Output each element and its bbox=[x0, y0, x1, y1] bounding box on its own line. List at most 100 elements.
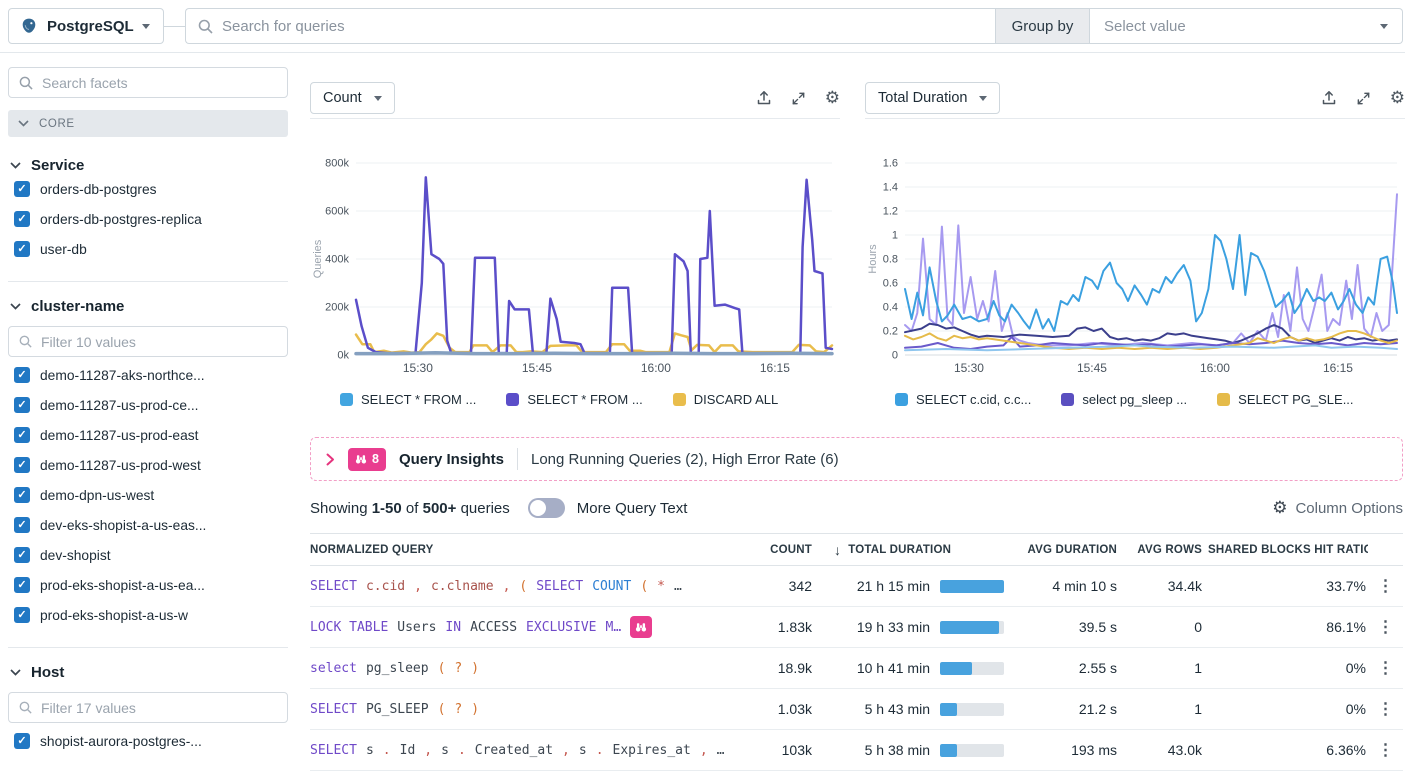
checkbox-checked[interactable] bbox=[14, 427, 30, 443]
col-count[interactable]: COUNT bbox=[740, 544, 818, 556]
col-avg-duration[interactable]: AVG DURATION bbox=[1008, 544, 1123, 556]
fullscreen-icon[interactable] bbox=[1356, 91, 1371, 106]
checkbox-checked[interactable] bbox=[14, 517, 30, 533]
facet-section-header[interactable]: Service bbox=[8, 157, 288, 174]
facet-section-header[interactable]: Host bbox=[8, 664, 288, 681]
export-icon[interactable] bbox=[756, 90, 772, 106]
avg-rows-cell: 34.4k bbox=[1123, 578, 1208, 594]
legend-label: SELECT * FROM ... bbox=[361, 392, 476, 407]
checkbox-checked[interactable] bbox=[14, 211, 30, 227]
facet-value-label: dev-eks-shopist-a-us-eas... bbox=[40, 518, 206, 533]
duration-chart-plot[interactable]: 1.61.41.210.80.60.40.2015:3015:4516:0016… bbox=[865, 127, 1405, 382]
facet-section-header[interactable]: cluster-name bbox=[8, 298, 288, 315]
facet-value-label: prod-eks-shopist-a-us-ea... bbox=[40, 578, 205, 593]
checkbox-checked[interactable] bbox=[14, 733, 30, 749]
hit-ratio-cell: 86.1% bbox=[1208, 619, 1368, 635]
core-group-header[interactable]: CORE bbox=[8, 110, 288, 137]
gear-icon[interactable]: ⚙ bbox=[825, 90, 840, 106]
legend-entry[interactable]: DISCARD ALL bbox=[673, 392, 779, 407]
query-text-segment: IN bbox=[445, 620, 461, 635]
total-duration-value: 5 h 43 min bbox=[865, 701, 930, 717]
checkbox-checked[interactable] bbox=[14, 577, 30, 593]
count-chart-card: Count ⚙ 800k600k400k200k0k15:3015:4516:0… bbox=[310, 78, 840, 407]
count-cell: 103k bbox=[740, 742, 818, 758]
chevron-right-icon[interactable] bbox=[326, 453, 335, 466]
checkbox-checked[interactable] bbox=[14, 181, 30, 197]
metric-select-duration[interactable]: Total Duration bbox=[865, 82, 1000, 114]
row-menu-kebab[interactable]: ⋮ bbox=[1368, 576, 1403, 596]
product-selector-label: PostgreSQL bbox=[47, 18, 134, 35]
checkbox-checked[interactable] bbox=[14, 397, 30, 413]
checkbox-checked[interactable] bbox=[14, 367, 30, 383]
checkbox-checked[interactable] bbox=[14, 457, 30, 473]
table-row[interactable]: LOCK TABLE Users IN ACCESS EXCLUSIVE M…1… bbox=[310, 607, 1403, 648]
query-text-segment: ) bbox=[471, 661, 479, 676]
legend-entry[interactable]: select pg_sleep ... bbox=[1061, 392, 1187, 407]
total-duration-cell: 5 h 38 min bbox=[818, 742, 1008, 758]
query-insights-banner[interactable]: 8 Query Insights Long Running Queries (2… bbox=[310, 437, 1403, 481]
facet-filter-input[interactable]: Filter 17 values bbox=[8, 692, 288, 723]
query-text-segment: SELECT bbox=[310, 579, 357, 594]
query-insight-badge[interactable] bbox=[630, 616, 652, 638]
legend-swatch bbox=[673, 393, 686, 406]
facet-filter-input[interactable]: Filter 10 values bbox=[8, 326, 288, 357]
legend-entry[interactable]: SELECT c.cid, c.c... bbox=[895, 392, 1031, 407]
query-text-segment: Id bbox=[400, 743, 416, 758]
column-options-button[interactable]: ⚙ Column Options bbox=[1272, 500, 1403, 517]
checkbox-checked[interactable] bbox=[14, 487, 30, 503]
row-menu-kebab[interactable]: ⋮ bbox=[1368, 740, 1403, 760]
normalized-query-cell[interactable]: SELECT PG_SLEEP ( ? ) bbox=[310, 702, 740, 717]
table-row[interactable]: SELECT s. Id, s. Created_at, s. Expires_… bbox=[310, 730, 1403, 771]
metric-select-label: Total Duration bbox=[878, 90, 967, 106]
table-row[interactable]: select pg_sleep ( ? )18.9k10 h 41 min2.5… bbox=[310, 648, 1403, 689]
legend-entry[interactable]: SELECT * FROM ... bbox=[340, 392, 476, 407]
count-chart-legend: SELECT * FROM ... SELECT * FROM ... DISCAR… bbox=[310, 392, 840, 407]
legend-label: select pg_sleep ... bbox=[1082, 392, 1187, 407]
normalized-query-cell[interactable]: select pg_sleep ( ? ) bbox=[310, 661, 740, 676]
col-total-duration[interactable]: ↓ TOTAL DURATION bbox=[818, 542, 1008, 558]
legend-label: DISCARD ALL bbox=[694, 392, 779, 407]
checkbox-checked[interactable] bbox=[14, 547, 30, 563]
legend-entry[interactable]: SELECT PG_SLE... bbox=[1217, 392, 1353, 407]
legend-swatch bbox=[895, 393, 908, 406]
group-by-select[interactable]: Select value bbox=[1090, 8, 1403, 44]
duration-bar bbox=[940, 580, 1004, 593]
checkbox-checked[interactable] bbox=[14, 607, 30, 623]
query-text-segment: ( bbox=[519, 579, 527, 594]
table-row[interactable]: SELECT c.cid, c.clname, ( SELECT COUNT (… bbox=[310, 566, 1403, 607]
row-menu-kebab[interactable]: ⋮ bbox=[1368, 699, 1403, 719]
search-input[interactable]: Search for queries bbox=[185, 8, 995, 44]
toggle-knob bbox=[530, 500, 546, 516]
facet-section-title: cluster-name bbox=[31, 298, 124, 315]
metric-select-count[interactable]: Count bbox=[310, 82, 395, 114]
row-menu-kebab[interactable]: ⋮ bbox=[1368, 617, 1403, 637]
row-menu-kebab[interactable]: ⋮ bbox=[1368, 658, 1403, 678]
query-text-segment: COUNT bbox=[592, 579, 631, 594]
count-chart-plot[interactable]: 800k600k400k200k0k15:3015:4516:0016:15Qu… bbox=[310, 127, 840, 382]
product-selector[interactable]: PostgreSQL bbox=[8, 8, 164, 44]
facet-search-input[interactable]: Search facets bbox=[8, 67, 288, 98]
svg-text:15:45: 15:45 bbox=[1077, 361, 1107, 375]
more-query-text-label: More Query Text bbox=[577, 500, 688, 517]
legend-entry[interactable]: SELECT * FROM ... bbox=[506, 392, 642, 407]
col-avg-rows[interactable]: AVG ROWS bbox=[1123, 544, 1208, 556]
count-cell: 1.83k bbox=[740, 619, 818, 635]
gear-icon[interactable]: ⚙ bbox=[1390, 90, 1405, 106]
legend-swatch bbox=[506, 393, 519, 406]
col-hit-ratio[interactable]: SHARED BLOCKS HIT RATIO bbox=[1208, 544, 1368, 556]
more-query-text-toggle[interactable] bbox=[528, 498, 565, 518]
query-text-segment: , bbox=[424, 743, 432, 758]
fullscreen-icon[interactable] bbox=[791, 91, 806, 106]
metric-select-label: Count bbox=[323, 90, 362, 106]
chevron-down-icon bbox=[10, 669, 21, 676]
normalized-query-cell[interactable]: LOCK TABLE Users IN ACCESS EXCLUSIVE M… bbox=[310, 616, 740, 638]
chevron-down-icon bbox=[142, 24, 150, 29]
table-row[interactable]: SELECT PG_SLEEP ( ? )1.03k5 h 43 min21.2… bbox=[310, 689, 1403, 730]
normalized-query-cell[interactable]: SELECT s. Id, s. Created_at, s. Expires_… bbox=[310, 743, 740, 758]
col-normalized-query: NORMALIZED QUERY bbox=[310, 544, 740, 556]
query-text-segment: c.cid bbox=[366, 579, 405, 594]
export-icon[interactable] bbox=[1321, 90, 1337, 106]
normalized-query-cell[interactable]: SELECT c.cid, c.clname, ( SELECT COUNT (… bbox=[310, 579, 740, 594]
facet-section-Service: Serviceorders-db-postgresorders-db-postg… bbox=[8, 154, 288, 264]
checkbox-checked[interactable] bbox=[14, 241, 30, 257]
